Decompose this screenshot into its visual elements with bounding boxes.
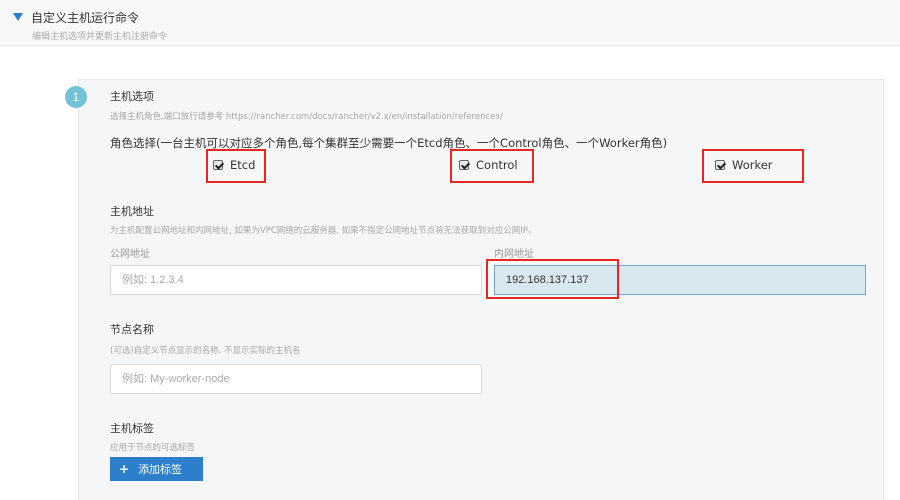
private-address-label: 内网地址 bbox=[494, 249, 534, 260]
host-labels-help: 应用于节点的可选标签 bbox=[110, 443, 196, 453]
node-name-help: (可选)自定义节点显示的名称, 不显示实际的主机名 bbox=[110, 346, 301, 356]
highlight-box-control bbox=[450, 149, 534, 183]
accordion-header[interactable]: 自定义主机运行命令 编辑主机选项并更新主机注册命令 bbox=[0, 0, 900, 46]
accordion-title: 自定义主机运行命令 bbox=[31, 11, 140, 25]
host-address-help: 为主机配置公网地址和内网地址, 如果为VPC网络的云服务器, 如果不指定公网地址… bbox=[110, 226, 537, 236]
accordion-subtitle: 编辑主机选项并更新主机注册命令 bbox=[32, 32, 168, 42]
host-options-help: 选择主机角色,端口放行请参考 https://rancher.com/docs/… bbox=[110, 112, 503, 122]
public-address-label: 公网地址 bbox=[110, 249, 150, 260]
public-address-input[interactable] bbox=[110, 265, 482, 295]
host-options-title: 主机选项 bbox=[110, 90, 154, 103]
caret-down-icon[interactable] bbox=[13, 13, 23, 21]
highlight-box-private-address bbox=[486, 259, 619, 299]
role-select-label: 角色选择(一台主机可以对应多个角色,每个集群至少需要一个Etcd角色、一个Con… bbox=[110, 136, 668, 150]
host-labels-title: 主机标签 bbox=[110, 422, 154, 435]
node-name-input[interactable] bbox=[110, 364, 482, 394]
highlight-box-etcd bbox=[206, 149, 266, 183]
add-label-button-text: 添加标签 bbox=[138, 463, 183, 476]
add-label-button[interactable]: + 添加标签 bbox=[110, 457, 203, 481]
plus-icon: + bbox=[119, 462, 130, 476]
highlight-box-worker bbox=[702, 149, 804, 183]
node-name-title: 节点名称 bbox=[110, 323, 154, 336]
host-address-title: 主机地址 bbox=[110, 205, 154, 218]
step-number-badge: 1 bbox=[65, 86, 87, 108]
page: 自定义主机运行命令 编辑主机选项并更新主机注册命令 1 主机选项 选择主机角色,… bbox=[0, 0, 900, 500]
